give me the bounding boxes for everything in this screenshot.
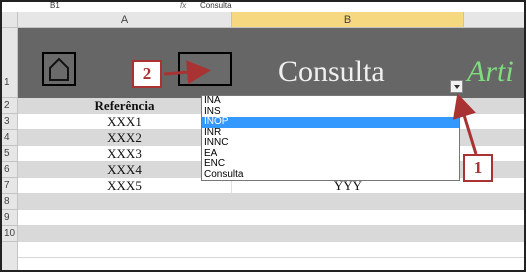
row-header-5[interactable]: 5 xyxy=(2,146,18,162)
column-header-c[interactable] xyxy=(464,12,524,28)
column-header-a[interactable]: A xyxy=(18,12,232,28)
dropdown-option-selected[interactable]: INOP xyxy=(202,116,459,128)
cell-reference[interactable]: XXX2 xyxy=(18,130,232,146)
cell-reference[interactable]: XXX3 xyxy=(18,146,232,162)
fx-icon: fx xyxy=(180,1,187,10)
row-header-9[interactable]: 9 xyxy=(2,210,18,226)
next-sheet-title: Arti xyxy=(467,55,514,88)
row-header-3[interactable]: 3 xyxy=(2,114,18,130)
table-row-empty xyxy=(18,194,524,210)
formula-content[interactable]: Consulta xyxy=(200,2,232,10)
row-header-10[interactable]: 10 xyxy=(2,226,18,242)
dropdown-option[interactable]: Consulta xyxy=(202,169,459,181)
table-row-empty xyxy=(18,242,524,258)
spreadsheet-screenshot: B1 fx Consulta A B 1 2 3 4 5 6 7 8 9 10 … xyxy=(0,0,526,272)
row-header-6[interactable]: 6 xyxy=(2,162,18,178)
select-all-corner[interactable] xyxy=(2,12,18,28)
header-cell-reference[interactable]: Referência xyxy=(18,98,232,114)
row-header-7[interactable]: 7 xyxy=(2,178,18,194)
dropdown-arrow-button[interactable] xyxy=(450,80,463,93)
dropdown-list[interactable]: INA INS INOP INR INNC EA ENC Consulta xyxy=(201,95,460,181)
dropdown-option[interactable]: EA xyxy=(202,148,459,160)
row-header-1[interactable]: 1 xyxy=(2,28,18,98)
home-button[interactable] xyxy=(42,52,76,86)
name-box[interactable]: B1 xyxy=(50,2,60,10)
cell-reference[interactable]: XXX5 xyxy=(18,178,232,194)
dropdown-option[interactable]: INNC xyxy=(202,137,459,149)
home-icon xyxy=(49,57,69,81)
row-header-8[interactable]: 8 xyxy=(2,194,18,210)
cell-reference[interactable]: XXX1 xyxy=(18,114,232,130)
dropdown-option[interactable]: ENC xyxy=(202,158,459,170)
row-header-4[interactable]: 4 xyxy=(2,130,18,146)
empty-button[interactable] xyxy=(178,52,232,86)
dropdown-option[interactable]: INA xyxy=(202,95,459,107)
dropdown-option[interactable]: INR xyxy=(202,127,459,139)
page-title: Consulta xyxy=(278,55,385,88)
row-header-2[interactable]: 2 xyxy=(2,98,18,114)
column-header-b[interactable]: B xyxy=(232,12,464,28)
annotation-1: 1 xyxy=(463,154,493,182)
table-row-empty xyxy=(18,210,524,226)
cell-reference[interactable]: XXX4 xyxy=(18,162,232,178)
dropdown-option[interactable]: INS xyxy=(202,106,459,118)
row-header-filler xyxy=(2,242,18,270)
table-row-empty xyxy=(18,226,524,242)
annotation-2: 2 xyxy=(132,60,162,88)
